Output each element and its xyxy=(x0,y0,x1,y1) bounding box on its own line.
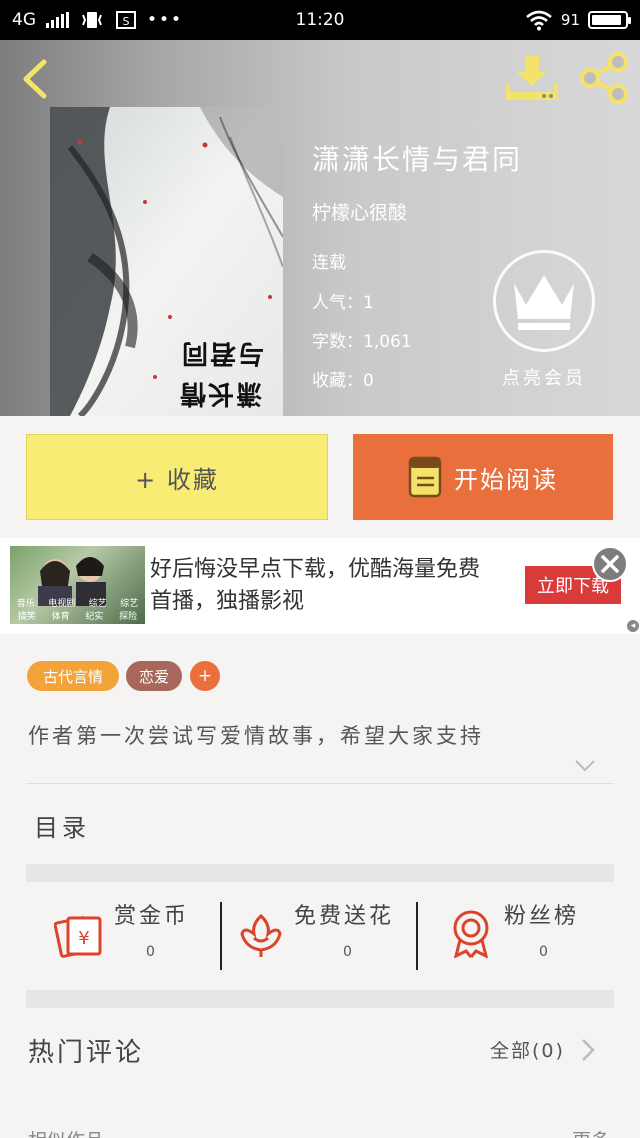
more-dots-icon: ••• xyxy=(147,10,184,30)
send-flower-label: 免费送花 xyxy=(294,904,395,929)
similar-works-title: 相似作品 xyxy=(28,1126,104,1138)
section-separator xyxy=(26,864,614,882)
more-link[interactable]: 更多 xyxy=(572,1126,610,1138)
book-intro: 作者第一次尝试写爱情故事，希望大家支持 xyxy=(28,724,484,748)
ad-thumb-row-2: 搞笑 体育 纪实 探险 xyxy=(10,609,145,622)
divider xyxy=(26,783,614,784)
reward-coins-value: 0 xyxy=(146,944,155,960)
start-reading-label: 开始阅读 xyxy=(454,465,558,494)
book-author[interactable]: 柠檬心很酸 xyxy=(312,198,407,225)
battery-percent: 91 xyxy=(560,11,580,29)
reward-coins-label: 赏金币 xyxy=(114,904,190,929)
chevron-down-icon[interactable] xyxy=(574,758,596,774)
book-header: 与君同 潇长情 潇潇长情与君同 柠檬心很酸 连载 人气：1 字数：1,061 收… xyxy=(0,40,640,416)
back-button[interactable] xyxy=(16,58,52,100)
send-flower-value: 0 xyxy=(343,944,352,960)
cover-title-line2: 潇长情 xyxy=(178,378,263,408)
vip-button[interactable] xyxy=(493,250,595,352)
medal-icon xyxy=(453,910,489,958)
signal-icon xyxy=(46,12,69,28)
chevron-right-icon[interactable] xyxy=(580,1038,596,1062)
vibrate-icon xyxy=(82,12,102,28)
close-icon xyxy=(601,555,619,573)
word-count: 字数：1,061 xyxy=(312,332,412,352)
ad-text[interactable]: 好后悔没早点下载，优酷海量免费首播，独播影视 xyxy=(150,554,500,618)
serial-status: 连载 xyxy=(312,253,346,273)
ad-thumb-label: 综艺 xyxy=(120,599,139,609)
all-comments-link[interactable]: 全部(0) xyxy=(490,1036,565,1063)
crown-icon xyxy=(514,275,574,330)
flower-icon xyxy=(240,913,282,957)
ad-thumb-label: 纪实 xyxy=(85,612,104,622)
ad-thumb-label: 电视剧 xyxy=(48,599,76,609)
book-title: 潇潇长情与君同 xyxy=(312,143,523,176)
wifi-icon xyxy=(526,10,552,31)
collect-label: + 收藏 xyxy=(135,465,219,494)
ad-banner[interactable]: 音乐 电视剧 综艺 综艺 搞笑 体育 纪实 探险 好后悔没早点下载，优酷海量免费首播，独播影… xyxy=(0,538,640,634)
book-cover[interactable]: 与君同 潇长情 xyxy=(50,107,283,416)
svg-text:¥: ¥ xyxy=(78,928,89,949)
sim-icon: S xyxy=(116,11,136,29)
stat-divider xyxy=(220,902,222,970)
book-icon xyxy=(408,456,442,498)
red-envelope-icon: ¥ xyxy=(54,916,102,958)
cover-title-line1: 与君同 xyxy=(180,338,265,368)
tag-ancient-romance[interactable]: 古代言情 xyxy=(27,661,119,691)
ad-thumb-label: 音乐 xyxy=(16,599,35,609)
start-reading-button[interactable]: 开始阅读 xyxy=(353,434,613,520)
vip-label[interactable]: 点亮会员 xyxy=(490,364,598,390)
network-type: 4G xyxy=(12,10,36,30)
ad-thumb-label: 体育 xyxy=(51,612,70,622)
ad-thumb-label: 探险 xyxy=(119,612,138,622)
favorites-count: 收藏：0 xyxy=(312,371,374,391)
add-tag-button[interactable]: + xyxy=(190,661,220,691)
ad-thumb-row-1: 音乐 电视剧 综艺 综艺 xyxy=(10,596,145,609)
hot-comments-title: 热门评论 xyxy=(28,1038,145,1068)
collect-button[interactable]: + 收藏 xyxy=(26,434,328,520)
table-of-contents[interactable]: 目录 xyxy=(34,808,90,843)
ad-thumbnail[interactable]: 音乐 电视剧 综艺 综艺 搞笑 体育 纪实 探险 xyxy=(10,546,145,624)
section-separator xyxy=(26,990,614,1008)
ad-thumb-label: 综艺 xyxy=(88,599,107,609)
share-button[interactable] xyxy=(578,52,630,104)
ad-close-button[interactable] xyxy=(592,546,628,582)
fan-ranking-label: 粉丝榜 xyxy=(504,904,580,929)
stat-divider xyxy=(416,902,418,970)
svg-text:S: S xyxy=(123,15,130,28)
fan-ranking-value: 0 xyxy=(539,944,548,960)
download-button[interactable] xyxy=(506,54,558,102)
ad-thumb-label: 搞笑 xyxy=(17,612,36,622)
tag-love[interactable]: 恋爱 xyxy=(126,661,182,691)
status-bar: 4G S ••• 11:20 91 xyxy=(0,0,640,40)
ad-info-icon[interactable]: ◂ xyxy=(627,620,639,632)
battery-icon xyxy=(588,11,631,29)
popularity: 人气：1 xyxy=(312,293,374,313)
